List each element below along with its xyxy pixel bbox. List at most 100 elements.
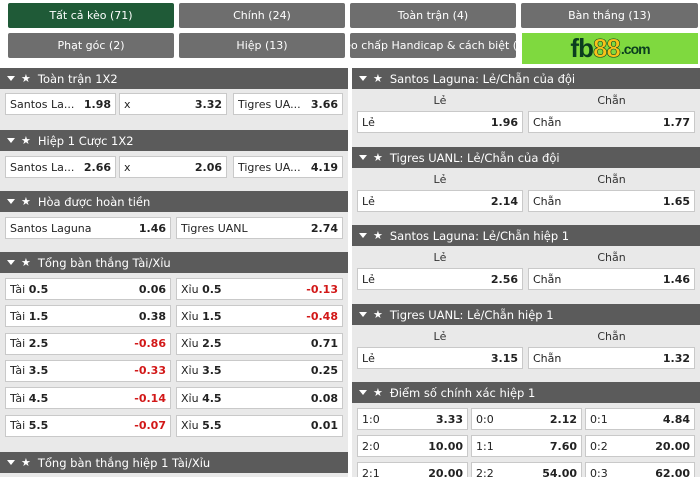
section-header[interactable]: ★ Toàn trận 1X2 — [0, 68, 348, 89]
under-cell[interactable]: Xỉu 1.5 -0.48 — [176, 305, 343, 328]
column-header: Chẵn — [597, 172, 626, 186]
star-icon[interactable]: ★ — [373, 308, 383, 321]
odd-value: 2.14 — [490, 194, 518, 208]
under-cell[interactable]: Xỉu 0.5 -0.13 — [176, 278, 343, 300]
odd-value: 2.12 — [549, 412, 577, 426]
odd-cell[interactable]: 2:1 20.00 — [357, 462, 468, 477]
odd-cell[interactable]: Tigres UA... 4.19 — [233, 156, 343, 178]
star-icon[interactable]: ★ — [373, 386, 383, 399]
odd-label: Chẵn — [533, 115, 562, 129]
odd-value: 2.56 — [490, 272, 518, 286]
star-icon[interactable]: ★ — [373, 72, 383, 85]
tab-handicap[interactable]: Kèo chấp Handicap & cách biệt (3) — [350, 33, 516, 58]
odd-label: Xỉu 1.5 — [181, 309, 222, 323]
column-header-row: Lẻ Chẵn — [352, 170, 700, 188]
under-cell[interactable]: Xỉu 4.5 0.08 — [176, 387, 343, 410]
odd-cell[interactable]: Santos Laguna 1.46 — [5, 217, 171, 239]
odds-row: 2:1 20.00 2:2 54.00 0:3 62.00 — [352, 462, 700, 477]
odd-label: Chẵn — [533, 351, 562, 365]
section-title: Điểm số chính xác hiệp 1 — [389, 385, 536, 400]
star-icon[interactable]: ★ — [21, 195, 31, 208]
odd-label: Lẻ — [362, 115, 375, 129]
odd-cell[interactable]: Lẻ 2.56 — [357, 268, 523, 290]
section-title: Toàn trận 1X2 — [37, 71, 118, 86]
odd-cell[interactable]: x 2.06 — [119, 156, 227, 178]
section-odd-even: ★ Tigres UANL: Lẻ/Chẵn hiệp 1 Lẻ Chẵn Lẻ 3.15… — [352, 304, 700, 369]
caret-down-icon — [359, 155, 367, 160]
tab-half[interactable]: Hiệp (13) — [179, 33, 345, 58]
odd-cell[interactable]: Chẵn 1.77 — [528, 111, 695, 133]
section-header[interactable]: ★ Tigres UANL: Lẻ/Chẵn của đội — [352, 147, 700, 168]
left-column: ★ Toàn trận 1X2 Santos La... 1.98 x 3.32 T… — [0, 68, 348, 477]
odd-label: Xỉu 0.5 — [181, 282, 222, 296]
over-cell[interactable]: Tài 2.5 -0.86 — [5, 332, 171, 355]
odd-cell[interactable]: 0:3 62.00 — [585, 462, 695, 477]
over-cell[interactable]: Tài 1.5 0.38 — [5, 305, 171, 328]
tab-all[interactable]: Tất cả kèo (71) — [8, 3, 174, 28]
odd-value: 0.08 — [310, 391, 338, 405]
under-cell[interactable]: Xỉu 2.5 0.71 — [176, 332, 343, 355]
odds-row: Lẻ 1.96 Chẵn 1.77 — [352, 111, 700, 133]
odd-cell[interactable]: Chẵn 1.65 — [528, 190, 695, 212]
odd-cell[interactable]: 0:2 20.00 — [585, 435, 695, 457]
section-header[interactable]: ★ Hòa được hoàn tiền — [0, 191, 348, 212]
odd-label: 0:0 — [476, 412, 494, 426]
odd-cell[interactable]: Santos La... 2.66 — [5, 156, 116, 178]
odd-cell[interactable]: 0:0 2.12 — [471, 408, 582, 430]
star-icon[interactable]: ★ — [21, 256, 31, 269]
odd-cell[interactable]: Lẻ 1.96 — [357, 111, 523, 133]
over-cell[interactable]: Tài 4.5 -0.14 — [5, 387, 171, 410]
odds-row: Tài 4.5 -0.14 Xỉu 4.5 0.08 — [0, 387, 348, 410]
odds-row: Lẻ 2.56 Chẵn 1.46 — [352, 268, 700, 290]
star-icon[interactable]: ★ — [21, 456, 31, 469]
section-header[interactable]: ★ Santos Laguna: Lẻ/Chẵn của đội — [352, 68, 700, 89]
odd-cell[interactable]: Tigres UA... 3.66 — [233, 93, 343, 115]
tab-full-match[interactable]: Toàn trận (4) — [350, 3, 516, 28]
over-cell[interactable]: Tài 0.5 0.06 — [5, 278, 171, 300]
odd-value: 0.38 — [138, 309, 166, 323]
odd-cell[interactable]: Santos La... 1.98 — [5, 93, 116, 115]
odd-label: Tài 4.5 — [10, 391, 49, 405]
caret-down-icon — [359, 390, 367, 395]
tab-corners[interactable]: Phạt góc (2) — [8, 33, 174, 58]
odd-cell[interactable]: 1:0 3.33 — [357, 408, 468, 430]
section-header[interactable]: ★ Tigres UANL: Lẻ/Chẵn hiệp 1 — [352, 304, 700, 325]
odd-value: 3.33 — [435, 412, 463, 426]
odd-cell[interactable]: 1:1 7.60 — [471, 435, 582, 457]
section-header[interactable]: ★ Tổng bàn thắng Tài/Xỉu — [0, 252, 348, 273]
column-header: Chẵn — [597, 329, 626, 343]
column-header: Chẵn — [597, 93, 626, 107]
right-column: ★ Santos Laguna: Lẻ/Chẵn của đội Lẻ Chẵn Lẻ 1… — [352, 68, 700, 477]
tab-goals[interactable]: Bàn thắng (13) — [521, 3, 698, 28]
odd-value: -0.86 — [134, 337, 166, 351]
odds-row: Tài 1.5 0.38 Xỉu 1.5 -0.48 — [0, 305, 348, 328]
section-header[interactable]: ★ Điểm số chính xác hiệp 1 — [352, 382, 700, 403]
section-header[interactable]: ★ Hiệp 1 Cược 1X2 — [0, 130, 348, 151]
section-over-under-half1: ★ Tổng bàn thắng hiệp 1 Tài/Xỉu — [0, 452, 348, 473]
odd-cell[interactable]: Lẻ 3.15 — [357, 347, 523, 369]
odd-cell[interactable]: 2:2 54.00 — [471, 462, 582, 477]
odd-label: 1:0 — [362, 412, 380, 426]
odd-label: Tài 1.5 — [10, 309, 49, 323]
odd-cell[interactable]: Chẵn 1.32 — [528, 347, 695, 369]
odd-cell[interactable]: Tigres UANL 2.74 — [176, 217, 343, 239]
odd-cell[interactable]: x 3.32 — [119, 93, 227, 115]
odd-label: Tài 2.5 — [10, 337, 49, 351]
star-icon[interactable]: ★ — [21, 134, 31, 147]
odd-cell[interactable]: Lẻ 2.14 — [357, 190, 523, 212]
under-cell[interactable]: Xỉu 3.5 0.25 — [176, 359, 343, 382]
star-icon[interactable]: ★ — [373, 229, 383, 242]
tab-main[interactable]: Chính (24) — [179, 3, 345, 28]
over-cell[interactable]: Tài 3.5 -0.33 — [5, 359, 171, 382]
odds-row: Tài 5.5 -0.07 Xỉu 5.5 0.01 — [0, 414, 348, 437]
odd-cell[interactable]: 0:1 4.84 — [585, 408, 695, 430]
caret-down-icon — [359, 233, 367, 238]
odd-cell[interactable]: Chẵn 1.46 — [528, 268, 695, 290]
under-cell[interactable]: Xỉu 5.5 0.01 — [176, 414, 343, 437]
star-icon[interactable]: ★ — [21, 72, 31, 85]
star-icon[interactable]: ★ — [373, 151, 383, 164]
section-header[interactable]: ★ Santos Laguna: Lẻ/Chẵn hiệp 1 — [352, 225, 700, 246]
odd-cell[interactable]: 2:0 10.00 — [357, 435, 468, 457]
over-cell[interactable]: Tài 5.5 -0.07 — [5, 414, 171, 437]
section-header[interactable]: ★ Tổng bàn thắng hiệp 1 Tài/Xỉu — [0, 452, 348, 473]
